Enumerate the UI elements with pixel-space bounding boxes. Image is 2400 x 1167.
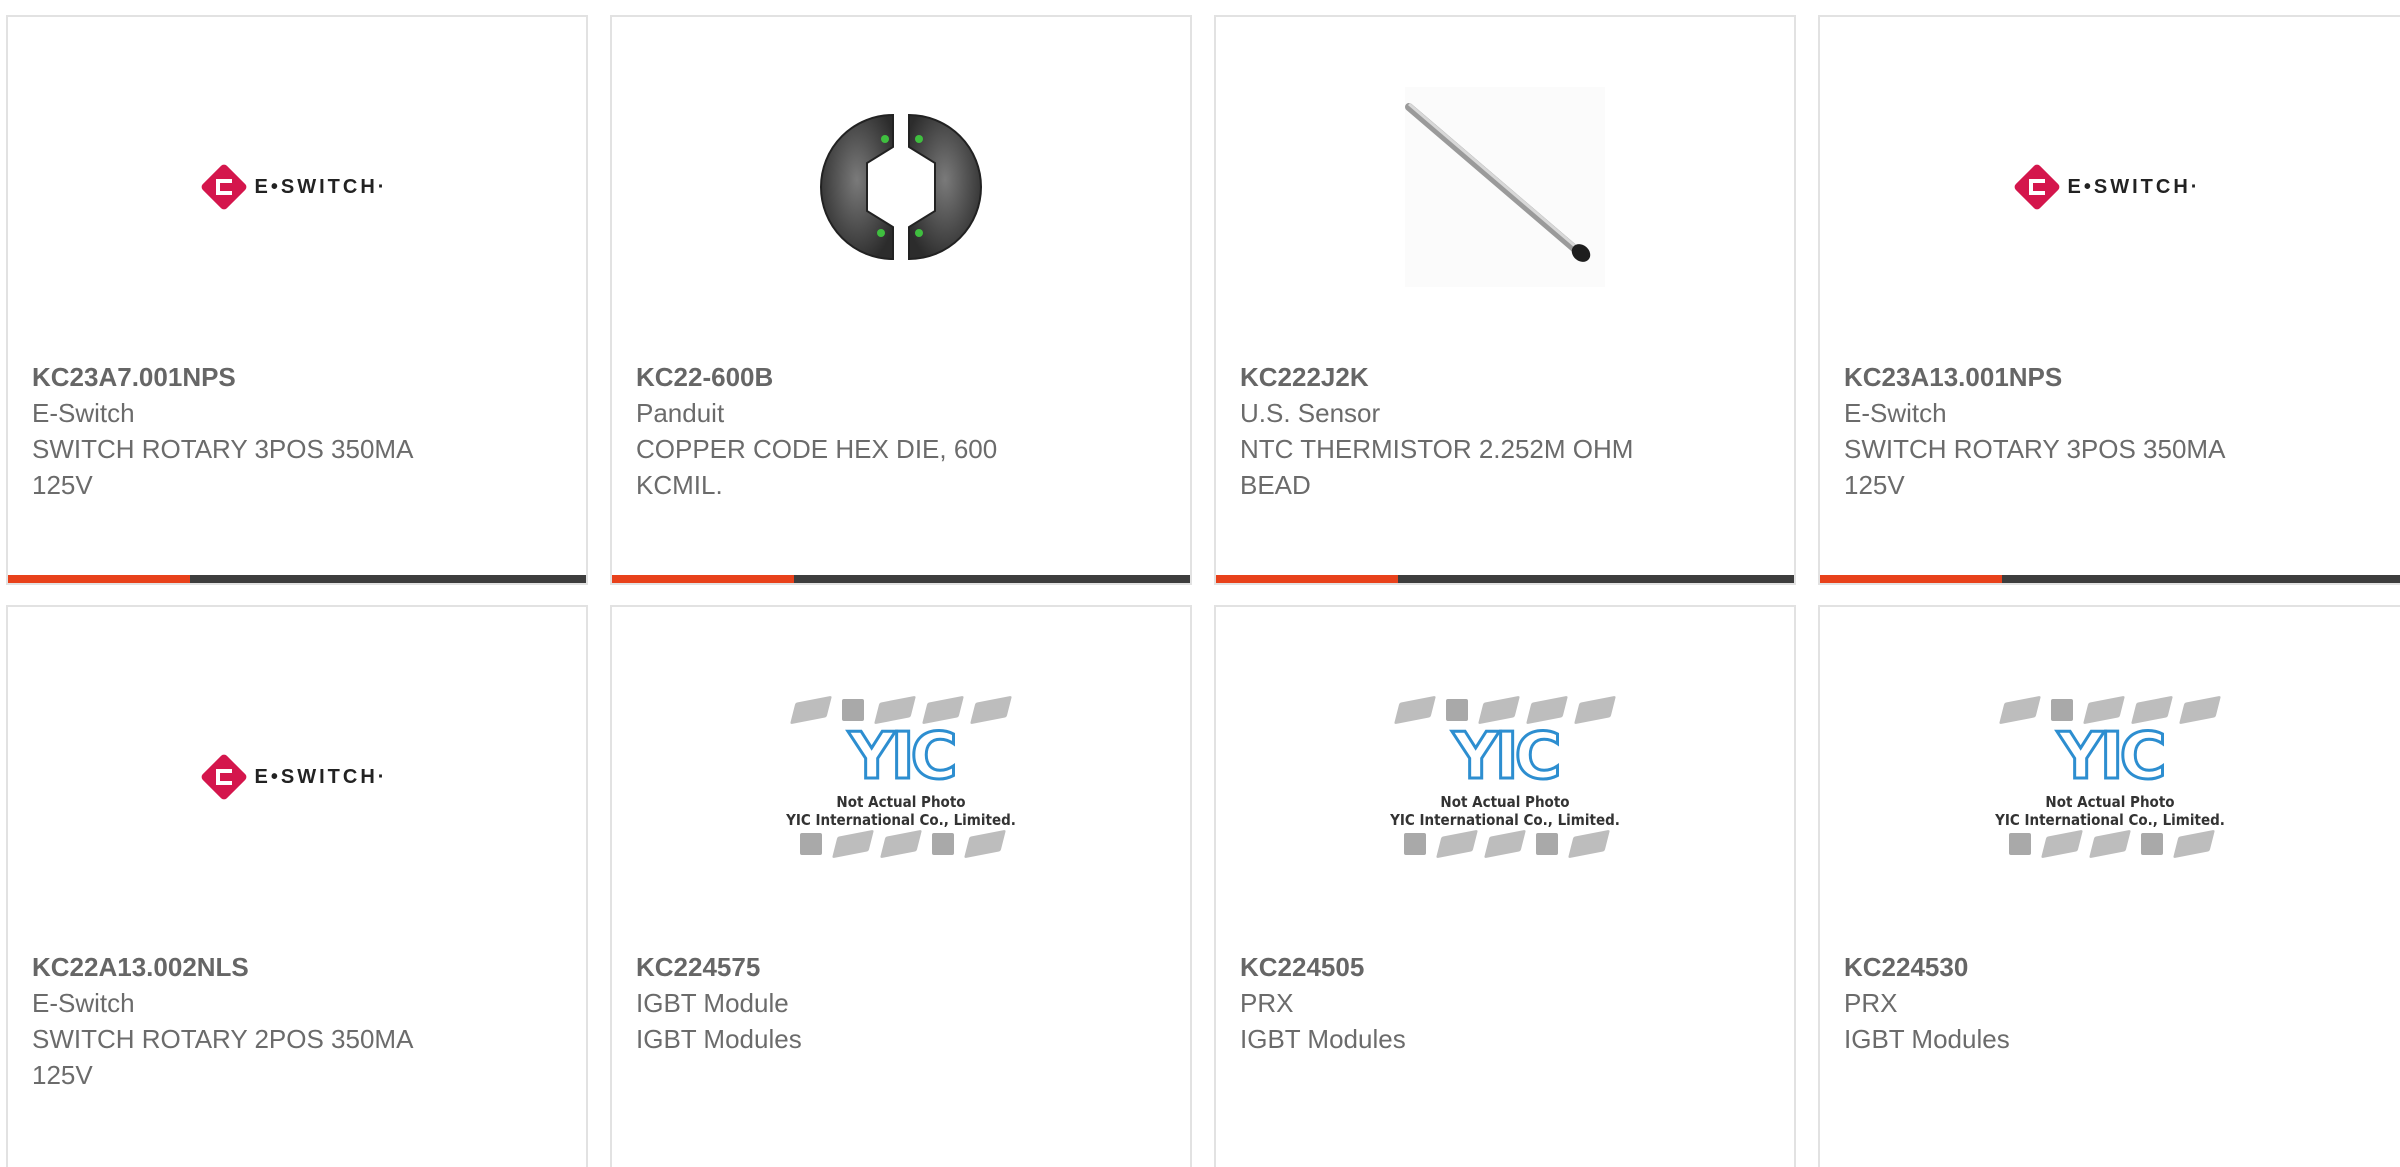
chip-icons	[1404, 829, 1611, 859]
product-image[interactable]: E•SWITCH·	[8, 17, 586, 357]
product-image[interactable]	[1216, 17, 1794, 357]
part-number[interactable]: KC224505	[1240, 949, 1770, 985]
product-card[interactable]: YIC Not Actual Photo YIC International C…	[1214, 605, 1796, 1167]
yic-caption: Not Actual Photo YIC International Co., …	[1995, 793, 2225, 829]
product-card[interactable]: YIC Not Actual Photo YIC International C…	[610, 605, 1192, 1167]
description: NTC THERMISTOR 2.252M OHM BEAD	[1240, 434, 1634, 500]
chip-icons	[1998, 695, 2222, 725]
manufacturer: PRX	[1844, 988, 1898, 1018]
card-footer-bar	[1216, 575, 1794, 583]
part-number[interactable]: KC23A7.001NPS	[32, 359, 562, 395]
yic-caption: Not Actual Photo YIC International Co., …	[786, 793, 1016, 829]
yic-caption-line2: YIC International Co., Limited.	[1995, 811, 2225, 829]
product-card[interactable]: KC222J2K U.S. Sensor NTC THERMISTOR 2.25…	[1214, 15, 1796, 585]
card-footer-accent	[1216, 575, 1398, 583]
manufacturer: IGBT Module	[636, 988, 789, 1018]
yic-logo: YIC	[2056, 720, 2168, 794]
card-footer-bar	[612, 575, 1190, 583]
eswitch-logo-mark-icon	[2012, 162, 2061, 212]
yic-placeholder-image: YIC Not Actual Photo YIC International C…	[1370, 695, 1640, 859]
description: IGBT Modules	[1240, 1024, 1406, 1054]
part-number[interactable]: KC224530	[1844, 949, 2376, 985]
manufacturer: Panduit	[636, 398, 725, 428]
manufacturer: E-Switch	[1844, 398, 1947, 428]
part-number[interactable]: KC224575	[636, 949, 1166, 985]
product-image[interactable]: E•SWITCH·	[1820, 17, 2400, 357]
eswitch-logo-mark-icon	[199, 752, 248, 802]
description: IGBT Modules	[1844, 1024, 2010, 1054]
yic-placeholder-image: YIC Not Actual Photo YIC International C…	[1975, 695, 2245, 859]
card-footer-accent	[1820, 575, 2002, 583]
yic-placeholder-image: YIC Not Actual Photo YIC International C…	[766, 695, 1036, 859]
yic-caption-line1: Not Actual Photo	[2045, 793, 2175, 811]
part-number[interactable]: KC23A13.001NPS	[1844, 359, 2376, 395]
chip-icons	[800, 829, 1007, 859]
product-image[interactable]: YIC Not Actual Photo YIC International C…	[612, 607, 1190, 947]
manufacturer: U.S. Sensor	[1240, 398, 1381, 428]
description: SWITCH ROTARY 2POS 350MA 125V	[32, 1024, 412, 1090]
card-footer-bar	[1820, 575, 2400, 583]
product-image[interactable]: E•SWITCH·	[8, 607, 586, 947]
eswitch-logo-text: E•SWITCH·	[254, 175, 388, 198]
manufacturer: PRX	[1240, 988, 1294, 1018]
product-image[interactable]: YIC Not Actual Photo YIC International C…	[1216, 607, 1794, 947]
eswitch-logo-text: E•SWITCH·	[2067, 175, 2201, 198]
card-footer-bar	[8, 575, 586, 583]
eswitch-logo: E•SWITCH·	[2012, 162, 2201, 212]
yic-caption-line1: Not Actual Photo	[1440, 793, 1570, 811]
crimp-die-photo	[820, 113, 982, 261]
yic-caption-line1: Not Actual Photo	[836, 793, 966, 811]
product-card[interactable]: E•SWITCH· KC23A13.001NPS E-Switch SWITCH…	[1818, 15, 2400, 585]
yic-caption-line2: YIC International Co., Limited.	[1390, 811, 1620, 829]
yic-caption-line2: YIC International Co., Limited.	[786, 811, 1016, 829]
product-card[interactable]: E•SWITCH· KC22A13.002NLS E-Switch SWITCH…	[6, 605, 588, 1167]
eswitch-logo: E•SWITCH·	[199, 162, 388, 212]
manufacturer: E-Switch	[32, 988, 135, 1018]
eswitch-logo-text: E•SWITCH·	[254, 765, 388, 788]
eswitch-logo-mark-icon	[199, 162, 248, 212]
eswitch-logo: E•SWITCH·	[199, 752, 388, 802]
chip-icons	[1393, 695, 1617, 725]
card-footer-accent	[612, 575, 794, 583]
thermistor-probe-photo	[1405, 87, 1605, 287]
product-card[interactable]: KC22-600B Panduit COPPER CODE HEX DIE, 6…	[610, 15, 1192, 585]
description: COPPER CODE HEX DIE, 600 KCMIL.	[636, 434, 998, 500]
product-card[interactable]: E•SWITCH· KC23A7.001NPS E-Switch SWITCH …	[6, 15, 588, 585]
product-card[interactable]: YIC Not Actual Photo YIC International C…	[1818, 605, 2400, 1167]
part-number[interactable]: KC222J2K	[1240, 359, 1770, 395]
description: SWITCH ROTARY 3POS 350MA 125V	[1844, 434, 2224, 500]
yic-logo: YIC	[1451, 720, 1563, 794]
part-number[interactable]: KC22A13.002NLS	[32, 949, 562, 985]
part-number[interactable]: KC22-600B	[636, 359, 1166, 395]
card-footer-accent	[8, 575, 190, 583]
yic-caption: Not Actual Photo YIC International Co., …	[1390, 793, 1620, 829]
product-image[interactable]	[612, 17, 1190, 357]
product-image[interactable]: YIC Not Actual Photo YIC International C…	[1820, 607, 2400, 947]
chip-icons	[789, 695, 1013, 725]
yic-logo: YIC	[847, 720, 959, 794]
manufacturer: E-Switch	[32, 398, 135, 428]
chip-icons	[2009, 829, 2216, 859]
description: IGBT Modules	[636, 1024, 802, 1054]
description: SWITCH ROTARY 3POS 350MA 125V	[32, 434, 412, 500]
